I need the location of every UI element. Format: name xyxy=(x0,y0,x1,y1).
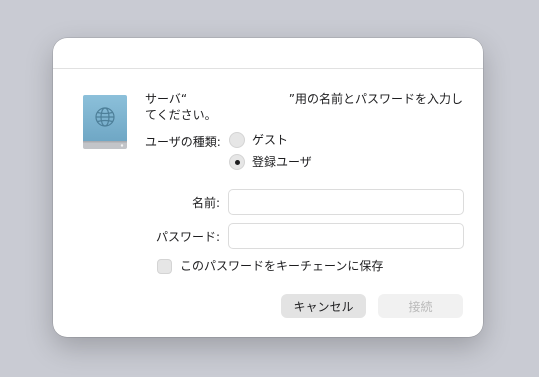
network-server-icon xyxy=(82,95,128,150)
radio-button-registered-user[interactable] xyxy=(229,154,245,170)
user-type-label: ユーザの種類: xyxy=(145,135,221,149)
name-label: 名前: xyxy=(191,196,220,210)
name-field[interactable] xyxy=(228,189,464,215)
message-prefix: サーバ“ xyxy=(145,92,188,106)
radio-registered-user-label: 登録ユーザ xyxy=(252,155,312,169)
save-password-label: このパスワードをキーチェーンに保存 xyxy=(180,259,384,273)
password-field[interactable] xyxy=(228,223,464,249)
save-password-option[interactable]: このパスワードをキーチェーンに保存 xyxy=(157,258,383,274)
radio-registered-user[interactable]: 登録ユーザ xyxy=(229,154,312,170)
dialog-message: サーバ“ ”用の名前とパスワードを入力し てください。 xyxy=(145,91,463,123)
connect-button[interactable]: 接続 xyxy=(378,294,463,318)
radio-button-guest[interactable] xyxy=(229,132,245,148)
password-label: パスワード: xyxy=(155,230,220,244)
login-dialog: サーバ“ ”用の名前とパスワードを入力し てください。 ユーザの種類: ゲスト … xyxy=(53,38,483,337)
message-suffix: ”用の名前とパスワードを入力し xyxy=(288,92,463,106)
dialog-titlebar xyxy=(53,38,483,69)
message-line2: てください。 xyxy=(145,108,217,122)
cancel-button[interactable]: キャンセル xyxy=(281,294,366,318)
radio-guest-label: ゲスト xyxy=(252,133,289,147)
save-password-checkbox[interactable] xyxy=(157,258,172,274)
radio-guest[interactable]: ゲスト xyxy=(229,132,288,148)
